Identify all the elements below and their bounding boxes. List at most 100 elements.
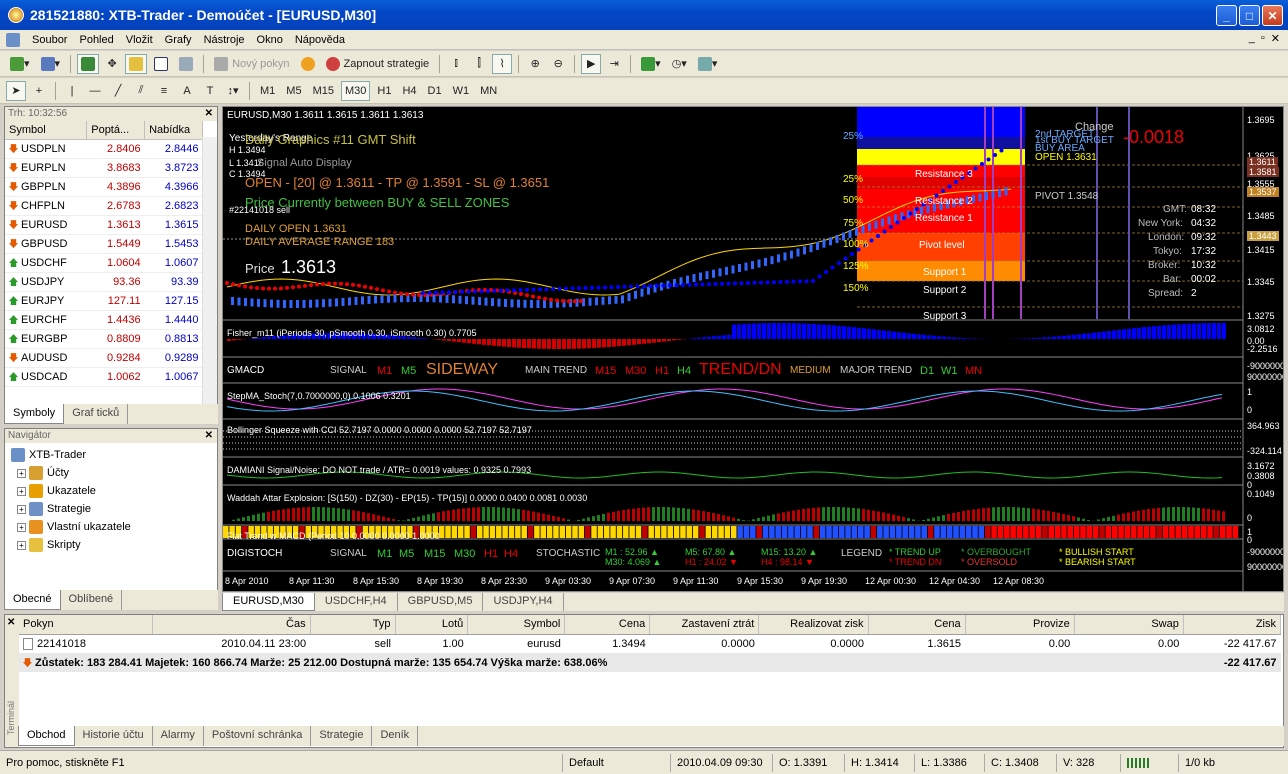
symbol-cell[interactable]: USDJPY — [5, 272, 87, 292]
menu-file[interactable]: Soubor — [26, 34, 73, 46]
label-icon[interactable]: T — [200, 81, 220, 101]
list-item[interactable]: EURPLN 3.8683 3.8723 — [5, 158, 203, 178]
chart-window[interactable]: EURUSD,M30 1.3611 1.3615 1.3611 1.3613 Y… — [222, 106, 1284, 592]
nav-strategies[interactable]: + Strategie — [11, 500, 211, 518]
list-item[interactable]: USDCAD 1.0062 1.0067 — [5, 367, 203, 387]
symbol-cell[interactable]: USDPLN — [5, 139, 87, 159]
tester-button[interactable] — [175, 54, 197, 74]
zoom-in-icon[interactable]: ⊕ — [525, 54, 545, 74]
table-row[interactable]: 22141018 2010.04.11 23:00 sell 1.00 eurusd 1.… — [19, 634, 1281, 653]
tab-favorites[interactable]: Oblíbené — [61, 590, 123, 610]
col-header[interactable]: Pokyn — [19, 615, 153, 635]
tf-h4[interactable]: H4 — [398, 81, 420, 101]
list-item[interactable]: USDPLN 2.8406 2.8446 — [5, 139, 203, 159]
new-chart-button[interactable]: ▾ — [6, 54, 34, 74]
maximize-button[interactable]: □ — [1239, 5, 1260, 26]
new-order-button[interactable]: Nový pokyn — [210, 54, 293, 74]
col-header[interactable]: Cena — [564, 615, 651, 635]
navigator-button[interactable] — [125, 53, 148, 74]
list-item[interactable]: USDJPY 93.36 93.39 — [5, 272, 203, 292]
nav-custom-indicators[interactable]: + Vlastní ukazatele — [11, 518, 211, 536]
chart-tab-eurusd[interactable]: EURUSD,M30 — [222, 593, 315, 611]
list-item[interactable]: EURJPY 127.11 127.15 — [5, 291, 203, 311]
symbol-cell[interactable]: USDCAD — [5, 367, 87, 387]
cursor-icon[interactable]: ➤ — [6, 80, 26, 101]
vertical-line-icon[interactable]: | — [62, 81, 82, 101]
templates-button[interactable]: ▾ — [694, 54, 722, 74]
col-header[interactable]: Zisk — [1183, 615, 1282, 635]
col-header[interactable]: Zastavení ztrát — [649, 615, 760, 635]
tab-tick-chart[interactable]: Graf ticků — [64, 404, 129, 424]
status-profile[interactable]: Default — [562, 753, 610, 772]
channel-icon[interactable]: ⫽ — [131, 81, 151, 101]
close-icon[interactable]: ✕ — [205, 107, 213, 121]
tab-journal[interactable]: Deník — [372, 726, 419, 746]
symbol-cell[interactable]: CHFPLN — [5, 196, 87, 216]
col-symbol[interactable]: Symbol — [5, 121, 88, 140]
menu-insert[interactable]: Vložit — [120, 34, 159, 46]
close-button[interactable]: ✕ — [1262, 5, 1283, 26]
close-icon[interactable]: ✕ — [7, 617, 15, 628]
tf-w1[interactable]: W1 — [449, 81, 474, 101]
tf-m15[interactable]: M15 — [309, 81, 338, 101]
col-header[interactable]: Swap — [1074, 615, 1184, 635]
list-item[interactable]: EURCHF 1.4436 1.4440 — [5, 310, 203, 330]
col-header[interactable]: Symbol — [467, 615, 566, 635]
data-window-button[interactable]: ✥ — [102, 54, 122, 74]
col-ask[interactable]: Nabídka — [144, 121, 203, 140]
symbol-cell[interactable]: EURCHF — [5, 310, 87, 330]
list-item[interactable]: CHFPLN 2.6783 2.6823 — [5, 196, 203, 216]
strategies-button[interactable]: Zapnout strategie — [322, 54, 434, 74]
tf-m1[interactable]: M1 — [256, 81, 279, 101]
mdi-close[interactable]: ✕ — [1271, 32, 1280, 45]
close-icon[interactable]: ✕ — [205, 429, 213, 443]
market-watch-button[interactable] — [77, 53, 100, 74]
nav-indicators[interactable]: + Ukazatele — [11, 482, 211, 500]
mdi-minimize[interactable]: _ — [1249, 32, 1255, 45]
symbol-cell[interactable]: EURGBP — [5, 329, 87, 349]
fibonacci-icon[interactable]: ≡ — [154, 81, 174, 101]
symbol-cell[interactable]: USDCHF — [5, 253, 87, 273]
tab-mailbox[interactable]: Poštovní schránka — [204, 726, 312, 746]
nav-scripts[interactable]: + Skripty — [11, 536, 211, 554]
symbol-cell[interactable]: GBPUSD — [5, 234, 87, 254]
tab-account-history[interactable]: Historie účtu — [75, 726, 153, 746]
mdi-restore[interactable]: ▫ — [1261, 32, 1265, 45]
horizontal-line-icon[interactable]: — — [85, 81, 105, 101]
tab-experts[interactable]: Strategie — [311, 726, 373, 746]
menu-view[interactable]: Pohled — [73, 34, 119, 46]
periods-button[interactable]: ◷▾ — [668, 54, 691, 74]
candle-chart-button[interactable]: ⫿ — [469, 54, 489, 74]
col-header[interactable]: Realizovat zisk — [758, 615, 869, 635]
symbol-cell[interactable]: EURJPY — [5, 291, 87, 311]
list-item[interactable]: AUDUSD 0.9284 0.9289 — [5, 348, 203, 368]
tf-mn[interactable]: MN — [476, 81, 501, 101]
trendline-icon[interactable]: ╱ — [108, 81, 128, 101]
symbol-cell[interactable]: GBPPLN — [5, 177, 87, 197]
symbol-cell[interactable]: AUDUSD — [5, 348, 87, 368]
menu-tools[interactable]: Nástroje — [198, 34, 251, 46]
col-header[interactable]: Čas — [152, 615, 311, 635]
col-bid[interactable]: Poptá... — [86, 121, 146, 140]
chart-tab-usdchf[interactable]: USDCHF,H4 — [315, 593, 398, 611]
minimize-button[interactable]: _ — [1216, 5, 1237, 26]
tf-d1[interactable]: D1 — [424, 81, 446, 101]
col-header[interactable]: Provize — [965, 615, 1075, 635]
expert-icon[interactable] — [297, 54, 319, 74]
terminal-button[interactable] — [150, 54, 172, 74]
menu-charts[interactable]: Grafy — [159, 34, 198, 46]
indicators-button[interactable]: ▾ — [637, 54, 665, 74]
chart-tab-usdjpy[interactable]: USDJPY,H4 — [483, 593, 564, 611]
autoscroll-button[interactable]: ▶ — [581, 53, 602, 74]
list-item[interactable]: GBPPLN 4.3896 4.3966 — [5, 177, 203, 197]
tab-general[interactable]: Obecné — [4, 590, 61, 610]
menu-window[interactable]: Okno — [251, 34, 289, 46]
col-header[interactable]: Lotů — [395, 615, 469, 635]
tab-alerts[interactable]: Alarmy — [153, 726, 204, 746]
profiles-button[interactable]: ▾ — [37, 54, 65, 74]
chart-shift-button[interactable]: ⇥ — [604, 54, 624, 74]
nav-accounts[interactable]: + Účty — [11, 464, 211, 482]
zoom-out-icon[interactable]: ⊖ — [548, 54, 568, 74]
arrows-icon[interactable]: ↕▾ — [223, 81, 243, 101]
line-chart-button[interactable]: ⌇ — [492, 53, 513, 74]
